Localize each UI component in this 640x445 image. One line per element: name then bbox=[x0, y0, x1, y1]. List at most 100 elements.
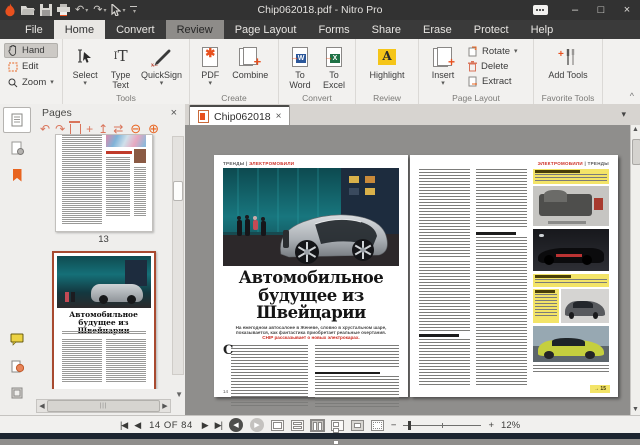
tab-convert[interactable]: Convert bbox=[105, 20, 166, 39]
thumbnail-page-14[interactable]: Автомобильноебудущее из Швейцарии bbox=[52, 251, 156, 389]
pages-panel-hscrollbar[interactable]: ◀ ||| ▶ bbox=[36, 399, 171, 413]
zoom-out-button[interactable]: − bbox=[391, 420, 397, 431]
tab-file[interactable]: File bbox=[14, 20, 54, 39]
maximize-button[interactable]: □ bbox=[588, 0, 614, 20]
highlight-button[interactable]: A Highlight bbox=[362, 42, 412, 91]
create-pdf-button[interactable]: ✱ PDF ▾ bbox=[195, 42, 225, 91]
rotate-right-button[interactable]: ↷ bbox=[55, 123, 65, 135]
open-file-button[interactable] bbox=[21, 2, 35, 18]
extract-pages-button[interactable]: Extract bbox=[464, 75, 522, 88]
hscroll-left-icon[interactable]: ◀ bbox=[37, 402, 47, 410]
redo-dropdown[interactable]: ▾ bbox=[103, 7, 106, 14]
fullscreen-view-button[interactable] bbox=[371, 420, 384, 431]
to-excel-button[interactable]: X→ To Excel bbox=[318, 42, 350, 91]
insert-pages-button[interactable]: + Insert ▾ bbox=[424, 42, 462, 91]
document-page-left[interactable]: ТРЕНДЫ | ЭЛЕКТРОМОБИЛИ bbox=[214, 155, 408, 397]
last-page-button[interactable]: ▶| bbox=[215, 420, 222, 431]
insert-page-button[interactable]: + bbox=[86, 123, 93, 135]
document-canvas[interactable]: ТРЕНДЫ | ЭЛЕКТРОМОБИЛИ bbox=[185, 125, 631, 415]
first-page-button[interactable]: |◀ bbox=[120, 420, 127, 431]
single-page-view-button[interactable] bbox=[271, 420, 284, 431]
pages-panel-button[interactable] bbox=[3, 107, 31, 133]
undo-button[interactable]: ↶▾ bbox=[75, 2, 88, 18]
tab-erase[interactable]: Erase bbox=[412, 20, 463, 39]
extract-page-button[interactable]: ↥ bbox=[98, 123, 108, 135]
zoom-in-button[interactable]: + bbox=[488, 420, 494, 431]
tab-help[interactable]: Help bbox=[520, 20, 565, 39]
print-button[interactable] bbox=[57, 2, 70, 18]
title-bar: ↶▾ ↷▾ ▾ ▾ Chip062018.pdf - Nitro Pro – □… bbox=[0, 0, 640, 20]
feedback-icon[interactable] bbox=[533, 5, 548, 15]
next-view-button[interactable]: ▶ bbox=[250, 418, 264, 432]
doc-scroll-down-icon[interactable]: ▼ bbox=[631, 405, 640, 415]
grid-view-button[interactable] bbox=[331, 420, 344, 431]
tab-page-layout[interactable]: Page Layout bbox=[224, 20, 308, 39]
caption-block-2 bbox=[533, 274, 609, 287]
tab-home[interactable]: Home bbox=[54, 20, 105, 39]
doc-scrollbar-thumb[interactable] bbox=[632, 139, 640, 165]
undo-dropdown[interactable]: ▾ bbox=[85, 7, 88, 14]
document-tab-label: Chip062018 bbox=[214, 111, 271, 123]
facing-pages-view-button[interactable] bbox=[311, 420, 324, 431]
continuous-view-button[interactable] bbox=[291, 420, 304, 431]
zoom-slider[interactable] bbox=[403, 420, 481, 431]
quicksign-button[interactable]: x QuickSign ▾ bbox=[139, 42, 184, 91]
page-indicator[interactable]: 14 OF 84 bbox=[149, 420, 193, 431]
replace-page-button[interactable]: ⇄ bbox=[113, 123, 123, 135]
delete-pages-button[interactable]: Delete bbox=[464, 60, 522, 73]
caption-block-3 bbox=[533, 289, 559, 323]
type-text-button[interactable]: IT Type Text bbox=[104, 42, 137, 91]
output-panel-button[interactable] bbox=[4, 354, 30, 378]
tab-list-dropdown-icon[interactable]: ▾ bbox=[621, 109, 626, 120]
customize-qat-button[interactable]: ▾ bbox=[130, 2, 137, 18]
close-button[interactable]: × bbox=[614, 0, 640, 20]
collapse-ribbon-button[interactable]: ^ bbox=[630, 91, 634, 101]
minimize-button[interactable]: – bbox=[562, 0, 588, 20]
select-button[interactable]: Select ▾ bbox=[68, 42, 102, 91]
pages-panel-close-icon[interactable]: × bbox=[171, 107, 177, 119]
zoom-level: 12% bbox=[501, 420, 520, 431]
tab-review[interactable]: Review bbox=[166, 20, 224, 39]
doc-scroll-up-icon[interactable]: ▲ bbox=[631, 125, 640, 135]
tab-protect[interactable]: Protect bbox=[463, 20, 520, 39]
article-title: Автомобильное будущее из Швейцарии bbox=[223, 269, 399, 322]
output-icon bbox=[11, 360, 24, 373]
document-page-right[interactable]: ЭЛЕКТРОМОБИЛИ | ТРЕНДЫ bbox=[410, 155, 618, 397]
previous-page-button[interactable]: ◀ bbox=[134, 420, 140, 431]
next-page-button[interactable]: ▶ bbox=[202, 420, 208, 431]
tools-group: Select ▾ IT Type Text x QuickSign ▾ Tool… bbox=[63, 39, 190, 104]
previous-view-button[interactable]: ◀ bbox=[229, 418, 243, 432]
pages-scroll-down-icon[interactable]: ▼ bbox=[175, 390, 183, 399]
redo-button[interactable]: ↷▾ bbox=[93, 2, 106, 18]
hscroll-right-icon[interactable]: ▶ bbox=[160, 402, 170, 410]
rotate-left-button[interactable]: ↶ bbox=[40, 123, 50, 135]
signatures-panel-button[interactable] bbox=[4, 136, 30, 160]
document-tab[interactable]: Chip062018 × bbox=[189, 105, 290, 126]
to-word-button[interactable]: W→ To Word bbox=[284, 42, 316, 91]
edit-tool-button[interactable]: Edit bbox=[4, 59, 58, 74]
fit-page-view-button[interactable] bbox=[351, 420, 364, 431]
tab-share[interactable]: Share bbox=[361, 20, 412, 39]
combine-button[interactable]: + Combine bbox=[227, 42, 273, 91]
document-scrollbar[interactable]: ▲ ▼ bbox=[630, 125, 640, 415]
zoom-tool-button[interactable]: Zoom ▾ bbox=[4, 75, 58, 90]
hscrollbar-thumb[interactable]: ||| bbox=[47, 400, 160, 412]
pages-panel-scrollbar[interactable] bbox=[172, 136, 184, 375]
comments-panel-button[interactable] bbox=[4, 327, 30, 351]
pointer-tool-button[interactable]: ▾ bbox=[111, 2, 125, 18]
save-button[interactable] bbox=[40, 2, 52, 18]
add-tools-button[interactable]: + Add Tools bbox=[541, 42, 595, 91]
rotate-button[interactable]: Rotate ▾ bbox=[464, 45, 522, 58]
tab-forms[interactable]: Forms bbox=[307, 20, 360, 39]
layers-panel-button[interactable] bbox=[4, 381, 30, 405]
pointer-dropdown[interactable]: ▾ bbox=[122, 7, 125, 14]
bookmarks-panel-button[interactable] bbox=[4, 163, 30, 187]
thumbnail-list: 13 Автомобильноебудущее из Швейцарии 14 bbox=[34, 134, 173, 389]
select-icon bbox=[75, 44, 95, 69]
add-tools-icon: + bbox=[558, 44, 578, 69]
hand-tool-button[interactable]: Hand bbox=[4, 43, 58, 58]
document-tab-close-icon[interactable]: × bbox=[276, 111, 282, 122]
pages-scrollbar-thumb[interactable] bbox=[173, 181, 183, 201]
zoom-slider-thumb[interactable] bbox=[408, 421, 411, 430]
thumbnail-page-13[interactable] bbox=[55, 134, 153, 232]
